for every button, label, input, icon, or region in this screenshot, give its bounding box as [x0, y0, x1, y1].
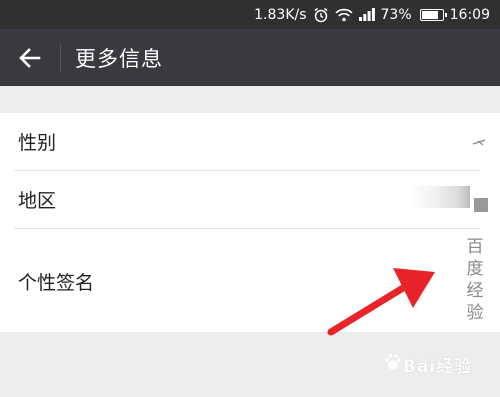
gender-label: 性别 [18, 132, 57, 154]
arrow-left-icon [19, 47, 41, 68]
region-value-mark [474, 198, 488, 212]
wifi-icon [334, 8, 353, 22]
battery-percent: 73% [380, 6, 412, 23]
gender-value-blurred [472, 135, 486, 151]
region-value-blurred [410, 186, 470, 208]
signal-icon [358, 8, 375, 21]
back-button[interactable] [0, 29, 60, 86]
clock-time: 16:09 [449, 6, 490, 23]
region-row[interactable]: 地区 [0, 170, 500, 228]
network-speed: 1.83K/s [254, 6, 307, 23]
paw-icon [383, 353, 403, 376]
gender-row[interactable]: 性别 [0, 113, 500, 170]
signature-label: 个性签名 [18, 272, 95, 294]
watermark-text: Bai经验 [403, 357, 473, 377]
status-bar: 1.83K/s 73% 16:09 [0, 0, 500, 29]
page-title: 更多信息 [75, 46, 163, 71]
baidu-watermark: Bai经验 [383, 352, 472, 377]
title-bar: 更多信息 [0, 29, 500, 86]
region-label: 地区 [18, 189, 57, 212]
signature-value: 百度经验 [466, 237, 484, 323]
red-arrow-annotation [327, 268, 435, 336]
battery-icon [419, 8, 447, 21]
alarm-clock-icon [313, 7, 329, 23]
